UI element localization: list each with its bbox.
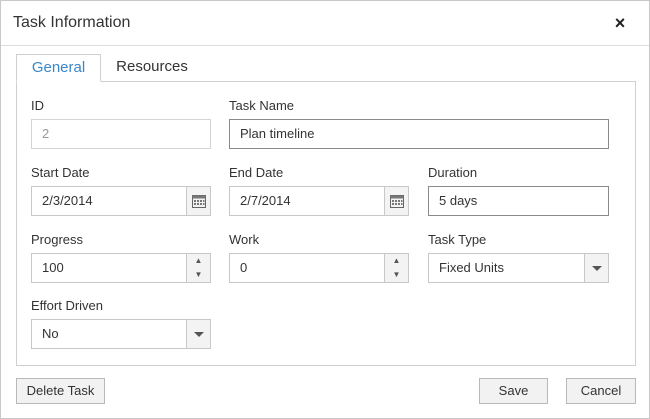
task-name-label: Task Name <box>229 98 295 113</box>
id-field: 2 <box>31 119 211 149</box>
calendar-button[interactable] <box>384 187 408 215</box>
start-date-label: Start Date <box>31 165 90 180</box>
close-icon[interactable]: × <box>611 13 629 33</box>
progress-stepper[interactable]: 100 ▲ ▼ <box>31 253 211 283</box>
task-type-value: Fixed Units <box>439 260 505 275</box>
id-label: ID <box>31 98 44 113</box>
effort-driven-value: No <box>42 326 59 341</box>
end-date-value: 2/7/2014 <box>240 193 291 208</box>
task-name-input[interactable]: Plan timeline <box>229 119 609 149</box>
task-type-select[interactable]: Fixed Units <box>428 253 609 283</box>
effort-driven-label: Effort Driven <box>31 298 104 313</box>
end-date-label: End Date <box>229 165 284 180</box>
dropdown-button[interactable] <box>186 320 210 348</box>
progress-value: 100 <box>42 260 64 275</box>
calendar-icon <box>192 195 206 208</box>
task-type-label: Task Type <box>428 232 487 247</box>
calendar-button[interactable] <box>186 187 210 215</box>
dialog-titlebar: Task Information × <box>1 1 649 46</box>
chevron-down-icon <box>592 266 602 271</box>
delete-task-button[interactable]: Delete Task <box>16 378 105 404</box>
dialog-title: Task Information <box>13 14 131 31</box>
general-panel: ID 2 Task Name Plan timeline Start Date … <box>16 81 636 366</box>
dropdown-button[interactable] <box>584 254 608 282</box>
save-button[interactable]: Save <box>479 378 548 404</box>
work-value: 0 <box>240 260 248 275</box>
chevron-down-icon <box>194 332 204 337</box>
cancel-button[interactable]: Cancel <box>566 378 636 404</box>
spin-up-icon[interactable]: ▲ <box>186 254 210 268</box>
effort-driven-select[interactable]: No <box>31 319 211 349</box>
duration-label: Duration <box>428 165 478 180</box>
end-date-picker[interactable]: 2/7/2014 <box>229 186 409 216</box>
task-information-dialog: Task Information × General Resources ID … <box>0 0 650 419</box>
progress-label: Progress <box>31 232 84 247</box>
spin-down-icon[interactable]: ▼ <box>186 268 210 282</box>
spin-down-icon[interactable]: ▼ <box>384 268 408 282</box>
work-stepper[interactable]: 0 ▲ ▼ <box>229 253 409 283</box>
calendar-icon <box>390 195 404 208</box>
tab-resources[interactable]: Resources <box>102 54 202 82</box>
tab-general[interactable]: General <box>16 54 101 82</box>
work-label: Work <box>229 232 260 247</box>
spin-up-icon[interactable]: ▲ <box>384 254 408 268</box>
start-date-value: 2/3/2014 <box>42 193 93 208</box>
duration-input[interactable]: 5 days <box>428 186 609 216</box>
start-date-picker[interactable]: 2/3/2014 <box>31 186 211 216</box>
